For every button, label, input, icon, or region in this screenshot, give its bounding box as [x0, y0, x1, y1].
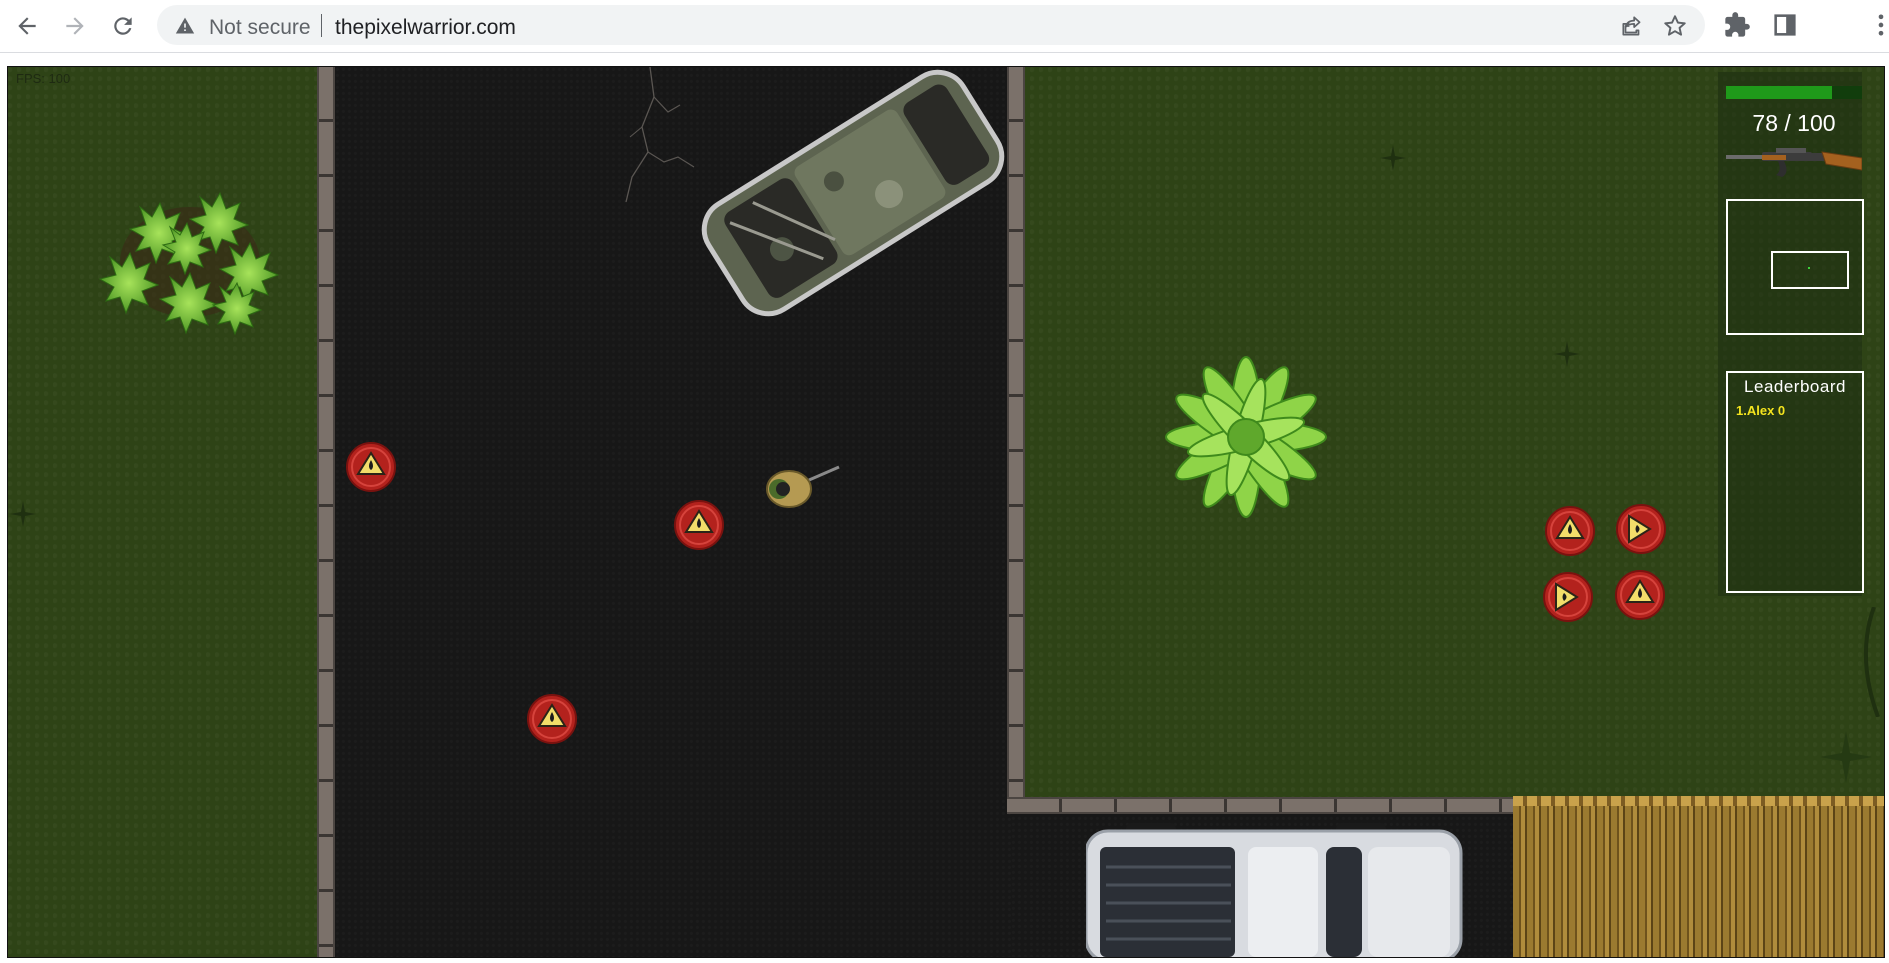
minimap [1726, 199, 1864, 335]
health-bar [1726, 86, 1862, 99]
wrecked-car-sprite [701, 69, 1005, 317]
bamboo-fence [1513, 800, 1884, 957]
back-arrow-icon [18, 17, 36, 35]
share-icon[interactable] [1619, 13, 1645, 39]
hazard-barrel-sprite [674, 500, 724, 550]
pickup-truck-sprite [1086, 823, 1463, 957]
leaderboard-title: Leaderboard [1744, 377, 1846, 396]
kebab-menu-icon[interactable] [1867, 11, 1889, 39]
health-text: 78 / 100 [1752, 110, 1836, 136]
hazard-barrel-sprite [1615, 570, 1665, 620]
health-bar-fill [1726, 86, 1833, 99]
player-soldier-sprite [766, 465, 840, 508]
back-button[interactable] [11, 10, 43, 42]
small-plant-sprite [1380, 145, 1406, 171]
hazard-barrel-sprite [1543, 572, 1593, 622]
reload-button[interactable] [107, 10, 139, 42]
url-text[interactable]: thepixelwarrior.com [335, 16, 516, 40]
assault-rifle-icon [1726, 148, 1862, 177]
address-bar[interactable]: Not secure thepixelwarrior.com [157, 5, 1705, 45]
leaderboard: Leaderboard 1.Alex 0 [1726, 371, 1864, 593]
star-icon[interactable] [1662, 13, 1688, 39]
curb-bottom [1007, 797, 1518, 814]
hazard-barrel-sprite [527, 694, 577, 744]
browser-toolbar: Not secure thepixelwarrior.com [0, 0, 1889, 53]
leaderboard-entry: 1.Alex 0 [1736, 403, 1786, 418]
forward-arrow-icon [66, 17, 84, 35]
palm-bush-sprite [1165, 356, 1327, 518]
minimap-viewport [1771, 251, 1849, 289]
security-label[interactable]: Not secure [209, 16, 311, 40]
game-canvas[interactable]: FPS: 100 78 / 100 Leaderboard 1.Alex 0 [7, 66, 1885, 958]
hazard-barrel-sprite [1616, 504, 1666, 554]
hazard-barrel-sprite [346, 442, 396, 492]
small-plant-sprite [1554, 341, 1580, 367]
bush-sprite [98, 191, 280, 336]
small-plant-sprite [1863, 607, 1880, 717]
small-plant-sprite [10, 501, 36, 527]
minimap-player-dot [1808, 267, 1810, 269]
bamboo-fence-top [1513, 796, 1884, 806]
hazard-barrel-sprite [1545, 506, 1595, 556]
warning-triangle-icon [175, 17, 195, 34]
omnibox-separator [321, 14, 322, 37]
small-plant-sprite [1820, 731, 1872, 783]
curb-left [317, 67, 335, 957]
reload-icon [114, 17, 132, 35]
hud-panel: 78 / 100 Leaderboard 1.Alex 0 [1718, 72, 1864, 596]
extensions-puzzle-icon[interactable] [1723, 11, 1751, 39]
fps-counter: FPS: 100 [16, 71, 71, 86]
forward-button[interactable] [59, 10, 91, 42]
side-panel-icon[interactable] [1771, 11, 1799, 39]
